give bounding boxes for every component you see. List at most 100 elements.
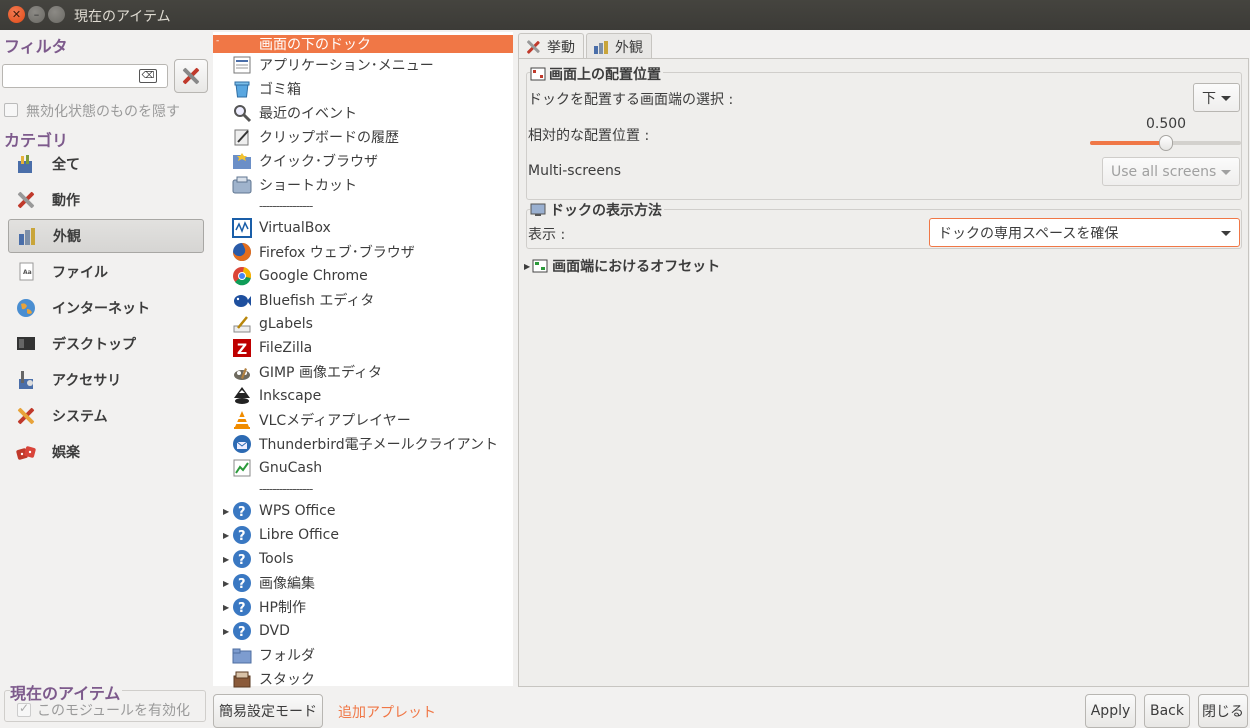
list-item[interactable]: クリップボードの履歴 [213, 125, 513, 149]
filter-options-button[interactable] [174, 59, 208, 93]
list-item[interactable]: ゴミ箱 [213, 77, 513, 101]
category-files[interactable]: Aa ファイル [8, 255, 204, 289]
simple-mode-button[interactable]: 簡易設定モード [213, 694, 323, 728]
expander-arrow-icon[interactable]: ▶ [223, 627, 229, 636]
category-behavior[interactable]: 動作 [8, 183, 204, 217]
svg-text:?: ? [238, 577, 246, 592]
list-item[interactable]: ショートカット [213, 173, 513, 197]
thunderbird-icon [231, 433, 253, 455]
list-item[interactable]: Firefox ウェブ･ブラウザ [213, 240, 513, 264]
tab-behavior[interactable]: 挙動 [518, 33, 584, 60]
position-frame-title: 画面上の配置位置 [530, 64, 663, 84]
window-title: 現在のアイテム [74, 9, 171, 25]
appearance-icon [594, 40, 608, 54]
folder-icon [231, 644, 253, 666]
list-item-group[interactable]: ▶? HP制作 [213, 595, 513, 619]
category-internet[interactable]: インターネット [8, 291, 204, 325]
slider-fill [1090, 141, 1166, 145]
list-item-group[interactable]: ▶? Libre Office [213, 523, 513, 547]
multiscreen-combo[interactable]: Use all screens [1102, 157, 1240, 186]
list-item[interactable]: フォルダ [213, 643, 513, 667]
chevron-down-icon [1221, 96, 1231, 101]
relative-position-value: 0.500 [1146, 116, 1187, 132]
tools-icon [182, 67, 200, 85]
expander-arrow-icon[interactable]: ▶ [223, 603, 229, 612]
window-titlebar: ✕ – 現在のアイテム [0, 0, 1250, 30]
gimp-icon [231, 361, 253, 383]
bluefish-icon [231, 289, 253, 311]
chrome-icon [231, 265, 253, 287]
list-item[interactable]: VirtualBox [213, 216, 513, 240]
list-item[interactable]: Inkscape [213, 384, 513, 408]
expander-arrow-icon[interactable]: ▶ [223, 555, 229, 564]
app-menu-icon [231, 54, 253, 76]
glabels-icon [231, 313, 253, 335]
relative-position-slider[interactable] [1090, 135, 1241, 151]
edge-select-label: ドックを配置する画面端の選択 : [528, 92, 734, 108]
slider-handle[interactable] [1158, 135, 1173, 151]
category-accessories[interactable]: アクセサリ [8, 363, 204, 397]
category-appearance[interactable]: 外観 [8, 219, 204, 253]
list-separator: ---------------- [259, 199, 313, 213]
list-item[interactable]: GIMP 画像エディタ [213, 360, 513, 384]
clipboard-icon [231, 126, 253, 148]
expander-arrow-icon[interactable]: ▶ [223, 531, 229, 540]
virtualbox-icon [231, 217, 253, 239]
list-item[interactable]: クイック･ブラウザ [213, 149, 513, 173]
edge-select-combo[interactable]: 下 [1193, 83, 1240, 112]
filter-title: フィルタ [4, 37, 68, 56]
list-item-group[interactable]: ▶? WPS Office [213, 499, 513, 523]
add-applet-link[interactable]: 追加アプレット [338, 702, 436, 722]
list-item[interactable]: Bluefish エディタ [213, 288, 513, 312]
display-label: 表示 : [528, 227, 566, 243]
category-desktop[interactable]: デスクトップ [8, 327, 204, 361]
category-label: 外観 [53, 229, 81, 245]
enable-module-checkbox[interactable]: ✓ [17, 701, 31, 717]
expander-arrow-icon[interactable]: ▶ [223, 507, 229, 516]
list-item-group[interactable]: ▶? Tools [213, 547, 513, 571]
accessories-icon [14, 368, 38, 392]
display-mode-combo[interactable]: ドックの専用スペースを確保 [929, 218, 1240, 247]
hide-disabled-checkbox[interactable] [4, 103, 18, 117]
category-system[interactable]: システム [8, 399, 204, 433]
desktop-icon [14, 332, 38, 356]
help-icon: ? [231, 596, 253, 618]
list-item-group[interactable]: ▶? 画像編集 [213, 571, 513, 595]
items-list[interactable]: - 画面の下のドック アプリケーション･メニュー ゴミ箱 最近のイベント クリップ… [213, 32, 513, 688]
offset-expander[interactable]: ▶ 画面端におけるオフセット [524, 256, 720, 276]
window-close-button[interactable]: ✕ [8, 6, 25, 23]
list-item[interactable]: Google Chrome [213, 264, 513, 288]
list-item[interactable]: アプリケーション･メニュー [213, 53, 513, 77]
internet-icon [14, 296, 38, 320]
inkscape-icon [231, 385, 253, 407]
back-button[interactable]: Back [1144, 694, 1190, 728]
svg-text:?: ? [238, 553, 246, 568]
clear-search-icon[interactable]: ⌫ [139, 69, 157, 83]
category-fun[interactable]: 娯楽 [8, 435, 204, 469]
list-item-dock[interactable]: - 画面の下のドック [213, 35, 513, 53]
list-item[interactable]: VLCメディアプレイヤー [213, 408, 513, 432]
svg-text:?: ? [238, 625, 246, 640]
category-all[interactable]: 全て [8, 147, 204, 181]
chevron-down-icon [1221, 170, 1231, 175]
list-item[interactable]: 最近のイベント [213, 101, 513, 125]
close-button[interactable]: 閉じる [1198, 694, 1248, 728]
category-label: ファイル [52, 265, 108, 281]
window-maximize-button[interactable] [48, 6, 65, 23]
tab-appearance[interactable]: 外観 [586, 33, 652, 59]
filter-search-input[interactable]: ⌫ [2, 64, 168, 88]
window-minimize-button[interactable]: – [28, 6, 45, 23]
expander-arrow-icon[interactable]: ▶ [223, 579, 229, 588]
apply-button[interactable]: Apply [1085, 694, 1136, 728]
list-item-group[interactable]: ▶? DVD [213, 619, 513, 643]
list-item[interactable]: スタック [213, 667, 513, 691]
help-icon: ? [231, 548, 253, 570]
filezilla-icon: Z [231, 337, 253, 359]
list-item[interactable]: gLabels [213, 312, 513, 336]
fun-icon [14, 440, 38, 464]
list-item[interactable]: GnuCash [213, 456, 513, 480]
enable-module-label: このモジュールを有効化 [37, 703, 191, 719]
help-icon: ? [231, 524, 253, 546]
list-item[interactable]: Z FileZilla [213, 336, 513, 360]
list-item[interactable]: Thunderbird電子メールクライアント [213, 432, 513, 456]
